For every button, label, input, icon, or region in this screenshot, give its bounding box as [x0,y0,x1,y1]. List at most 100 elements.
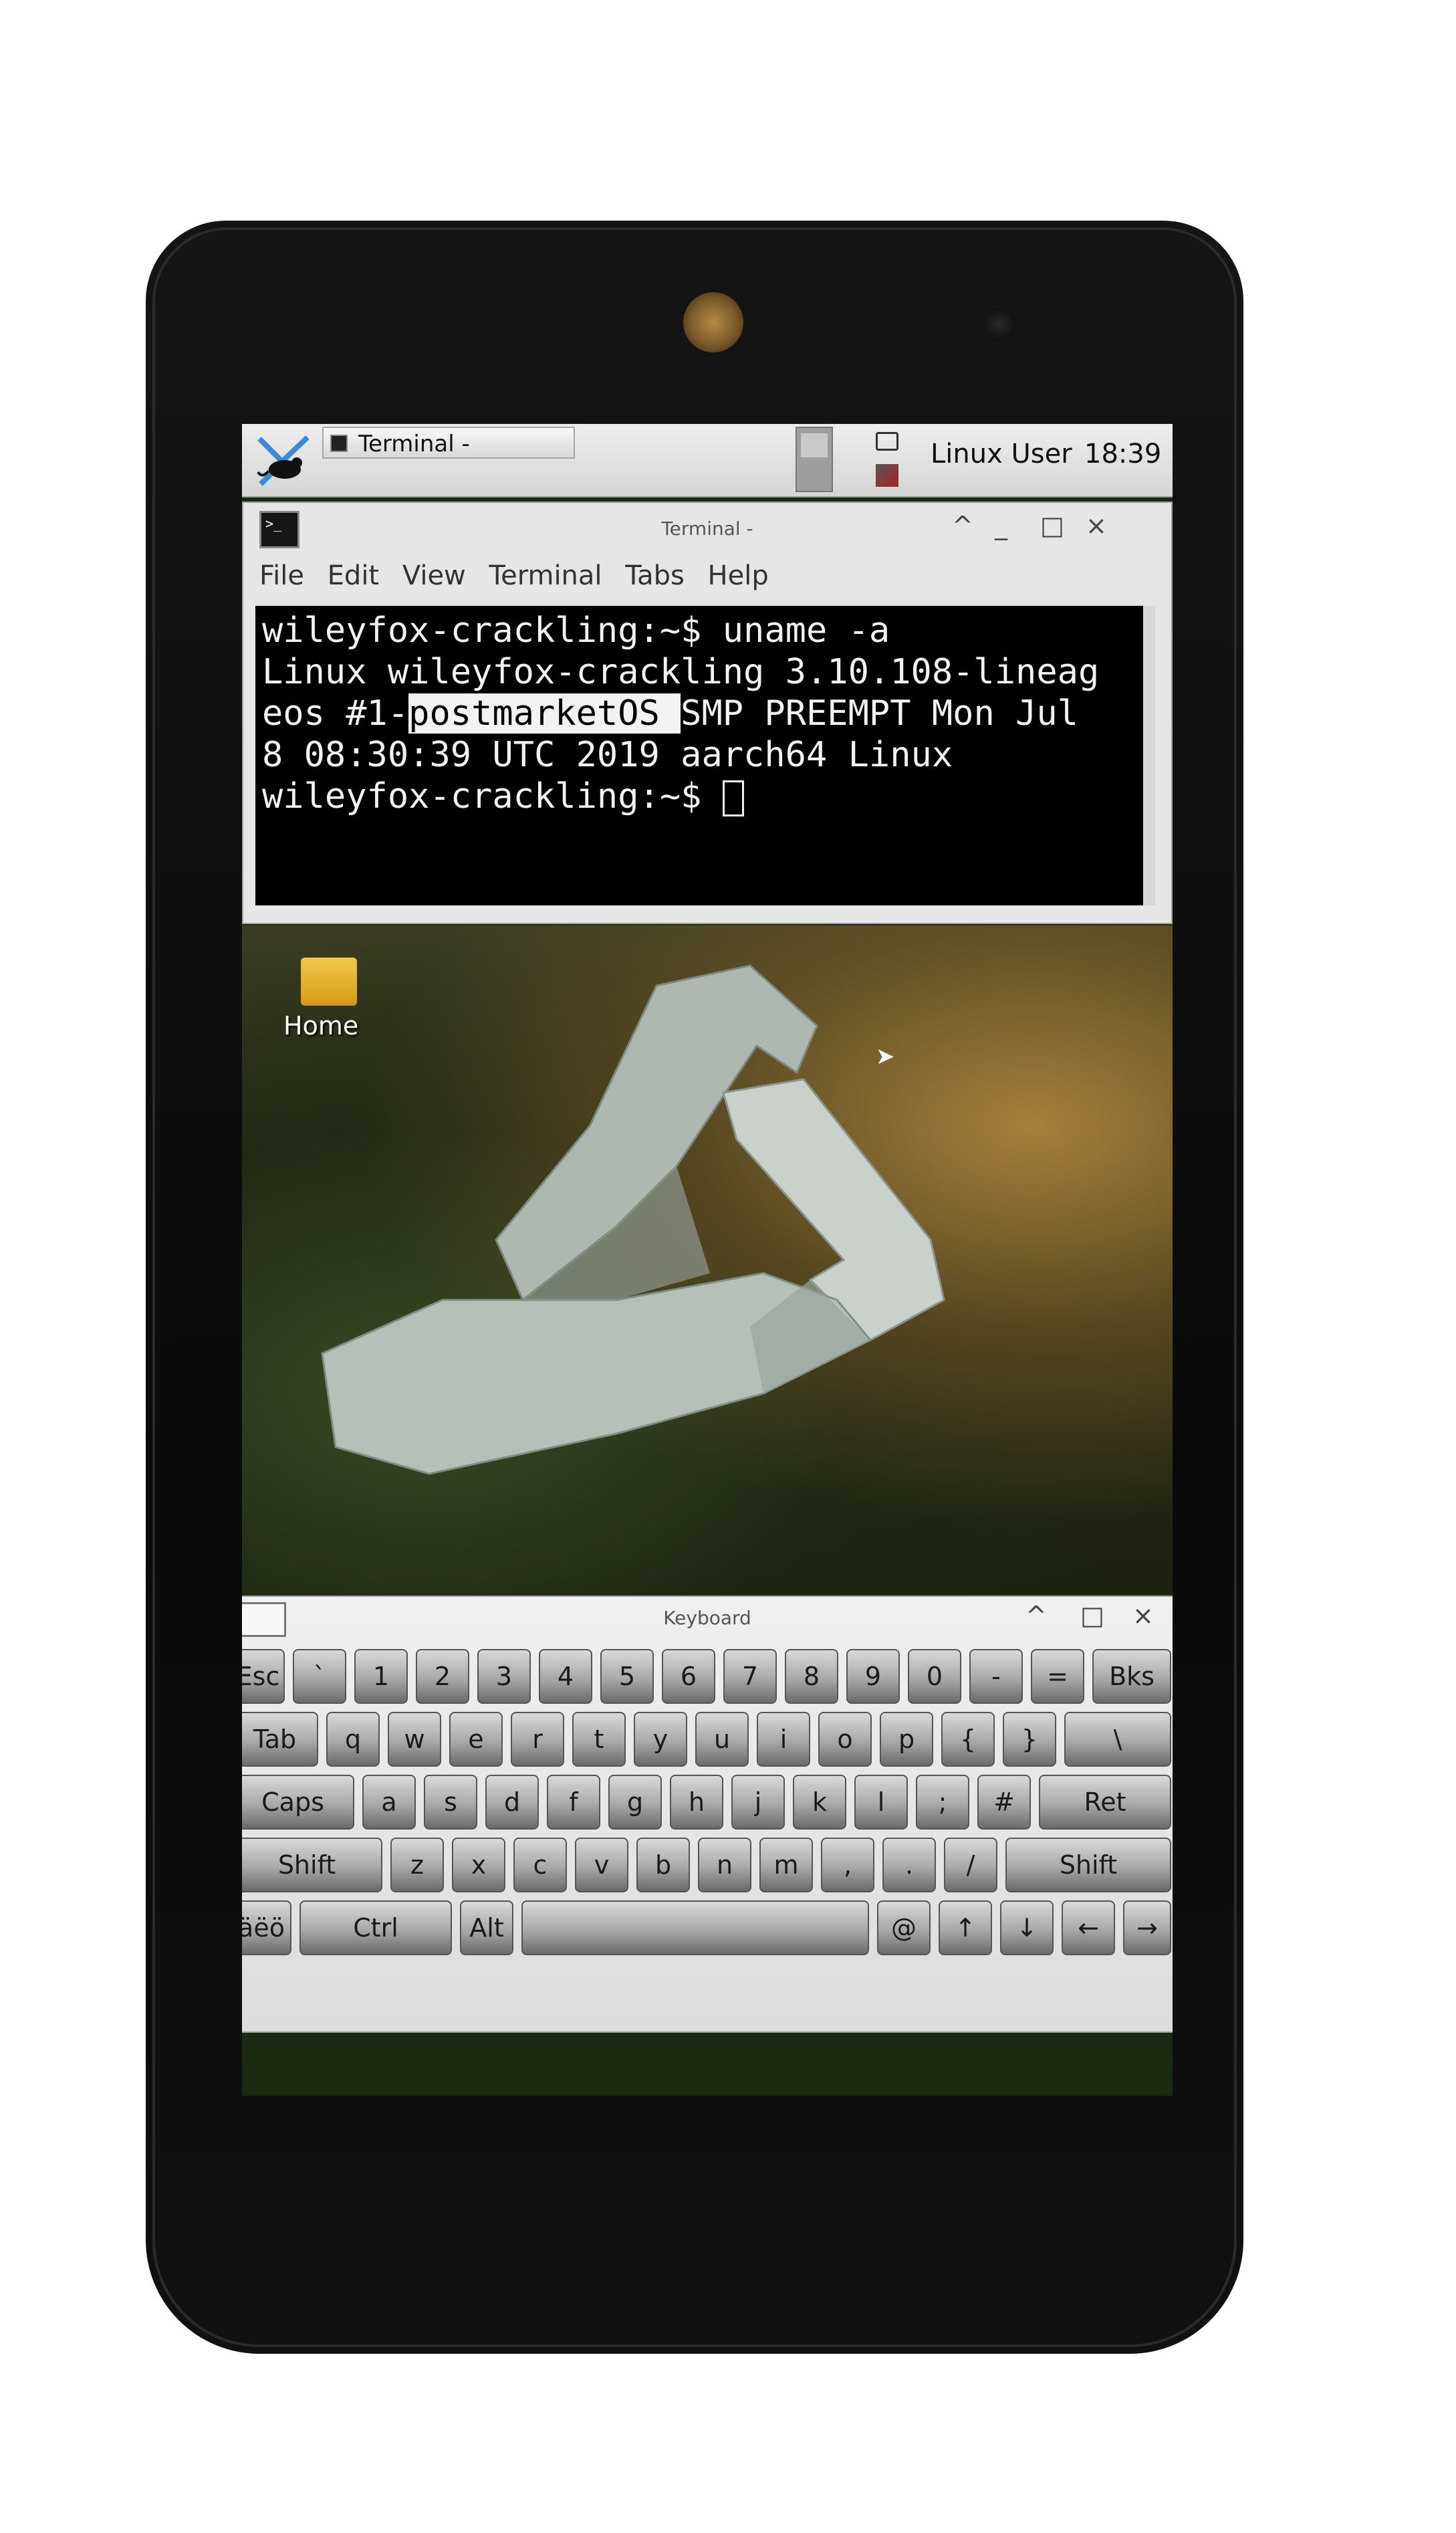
key-caps[interactable]: Caps [242,1775,354,1830]
key-k[interactable]: k [793,1775,846,1830]
key-r[interactable]: r [511,1712,564,1767]
close-button[interactable]: × [1086,511,1107,540]
key-period[interactable]: . [882,1838,936,1892]
key-p[interactable]: p [880,1712,933,1767]
key-slash[interactable]: / [944,1838,997,1892]
key-alt[interactable]: Alt [460,1900,513,1955]
key-backslash[interactable]: \ [1064,1712,1171,1767]
network-icon[interactable] [876,464,898,487]
key-s[interactable]: s [424,1775,477,1830]
key-at[interactable]: @ [877,1900,931,1955]
battery-icon[interactable] [876,432,898,451]
key-l[interactable]: l [854,1775,908,1830]
kb-shade-button[interactable]: ^ [1025,1601,1047,1630]
key-ctrl[interactable]: Ctrl [299,1900,452,1955]
key-return[interactable]: Ret [1039,1775,1171,1830]
terminal-app-icon[interactable]: >_ [259,511,299,548]
key-3[interactable]: 3 [477,1649,531,1704]
key-t[interactable]: t [572,1712,626,1767]
key-hash[interactable]: # [977,1775,1031,1830]
menu-tabs[interactable]: Tabs [625,560,685,591]
key-semicolon[interactable]: ; [916,1775,969,1830]
key-q[interactable]: q [326,1712,380,1767]
shade-button[interactable]: ^ [952,511,973,540]
key-v[interactable]: v [575,1838,628,1892]
kb-close-button[interactable]: × [1132,1601,1154,1630]
terminal-menubar: File Edit View Terminal Tabs Help [259,560,783,591]
key-tab[interactable]: Tab [242,1712,318,1767]
key-f[interactable]: f [547,1775,600,1830]
keyboard-row-2: Tab q w e r t y u i o p { } \ [242,1712,1173,1771]
workspace-1[interactable] [801,433,828,457]
workspace-pager[interactable] [796,427,833,492]
key-arrow-up[interactable]: ↑ [939,1900,992,1955]
key-x[interactable]: x [452,1838,505,1892]
taskbar-terminal-button[interactable]: Terminal - [322,427,575,459]
key-7[interactable]: 7 [723,1649,777,1704]
terminal-line-3c: SMP PREEMPT Mon Jul [681,693,1078,734]
key-8[interactable]: 8 [785,1649,838,1704]
key-a[interactable]: a [362,1775,416,1830]
key-2[interactable]: 2 [416,1649,469,1704]
key-esc[interactable]: Esc [242,1649,285,1704]
key-c[interactable]: c [513,1838,567,1892]
keyboard-row-1: Esc ` 1 2 3 4 5 6 7 8 9 0 - = Bks [242,1649,1173,1708]
key-m[interactable]: m [759,1838,813,1892]
terminal-output[interactable]: wileyfox-crackling:~$ uname -a Linux wil… [255,606,1155,905]
minimize-button[interactable]: _ [995,511,1007,540]
key-g[interactable]: g [608,1775,662,1830]
terminal-line-4: 8 08:30:39 UTC 2019 aarch64 Linux [262,735,953,775]
key-backspace[interactable]: Bks [1092,1649,1171,1704]
key-minus[interactable]: - [969,1649,1023,1704]
user-menu[interactable]: Linux User [931,439,1072,469]
menu-file[interactable]: File [259,560,304,591]
key-e[interactable]: e [449,1712,503,1767]
terminal-selection[interactable]: postmarketOS [408,693,681,734]
xfce-mouse-icon[interactable] [255,432,312,488]
key-right-brace[interactable]: } [1003,1712,1056,1767]
menu-edit[interactable]: Edit [328,560,379,591]
menu-view[interactable]: View [402,560,466,591]
key-left-brace[interactable]: { [941,1712,995,1767]
maximize-button[interactable]: □ [1040,511,1064,540]
key-backtick[interactable]: ` [293,1649,346,1704]
key-u[interactable]: u [695,1712,749,1767]
wallpaper-triangle-sculpture [321,964,945,1475]
key-n[interactable]: n [698,1838,751,1892]
key-arrow-down[interactable]: ↓ [1000,1900,1054,1955]
key-comma[interactable]: , [821,1838,874,1892]
key-j[interactable]: j [731,1775,785,1830]
key-arrow-right[interactable]: → [1123,1900,1171,1955]
kb-maximize-button[interactable]: □ [1080,1601,1104,1630]
key-b[interactable]: b [636,1838,690,1892]
front-camera [983,308,1016,341]
home-folder-icon[interactable] [301,958,357,1006]
key-i[interactable]: i [757,1712,810,1767]
key-d[interactable]: d [485,1775,539,1830]
key-equals[interactable]: = [1031,1649,1084,1704]
key-o[interactable]: o [818,1712,872,1767]
keyboard-app-icon[interactable] [242,1602,286,1637]
menu-help[interactable]: Help [708,560,769,591]
phone-screen: Terminal - Linux User 18:39 Terminal - >… [242,424,1173,2096]
key-arrow-left[interactable]: ← [1062,1900,1115,1955]
key-w[interactable]: w [388,1712,441,1767]
clock[interactable]: 18:39 [1084,439,1161,469]
key-6[interactable]: 6 [662,1649,715,1704]
key-z[interactable]: z [390,1838,444,1892]
key-1[interactable]: 1 [354,1649,408,1704]
key-h[interactable]: h [670,1775,723,1830]
key-y[interactable]: y [634,1712,687,1767]
key-accents[interactable]: äëö [242,1900,291,1955]
key-9[interactable]: 9 [846,1649,900,1704]
key-space[interactable] [521,1900,869,1955]
key-shift-left[interactable]: Shift [242,1838,382,1892]
key-0[interactable]: 0 [908,1649,961,1704]
key-5[interactable]: 5 [600,1649,654,1704]
home-icon-label[interactable]: Home [283,1011,358,1040]
terminal-small-icon [330,435,348,452]
key-4[interactable]: 4 [539,1649,592,1704]
terminal-titlebar[interactable]: Terminal - [243,503,1171,555]
menu-terminal[interactable]: Terminal [489,560,602,591]
key-shift-right[interactable]: Shift [1005,1838,1171,1892]
